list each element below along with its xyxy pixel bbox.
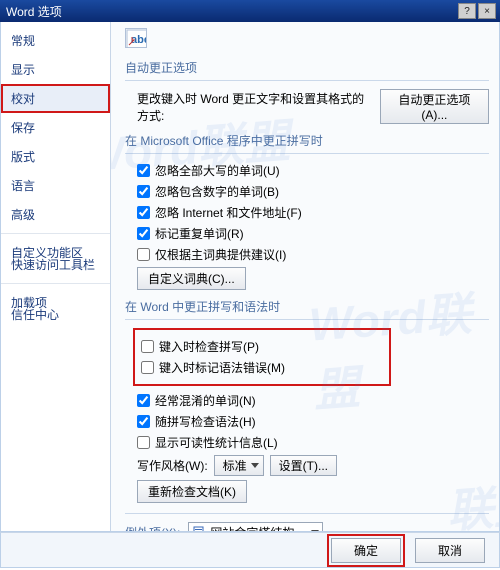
writing-style-value: 标准 <box>223 457 247 474</box>
lbl-ignore-numbers: 忽略包含数字的单词(B) <box>155 183 279 200</box>
section-icon: abc <box>125 28 489 51</box>
lbl-grammar-with-spelling: 随拼写检查语法(H) <box>155 413 256 430</box>
chk-mark-grammar-typing[interactable] <box>141 361 154 374</box>
sidebar: 常规 显示 校对 保存 版式 语言 高级 自定义功能区 快速访问工具栏 加载项 … <box>1 22 111 531</box>
ok-button[interactable]: 确定 <box>331 538 401 563</box>
autocorrect-label: 更改键入时 Word 更正文字和设置其格式的方式: <box>137 90 374 124</box>
lbl-flag-repeated: 标记重复单词(R) <box>155 225 244 242</box>
lbl-check-spelling-typing: 键入时检查拼写(P) <box>159 338 259 355</box>
chk-grammar-with-spelling[interactable] <box>137 415 150 428</box>
divider <box>125 80 489 81</box>
lbl-ignore-urls: 忽略 Internet 和文件地址(F) <box>155 204 302 221</box>
sidebar-item-advanced[interactable]: 高级 <box>1 200 110 229</box>
writing-style-label: 写作风格(W): <box>137 457 208 474</box>
chk-confused-words[interactable] <box>137 394 150 407</box>
cancel-button[interactable]: 取消 <box>415 538 485 563</box>
exceptions-file-select[interactable]: 网站金字塔结构.docx <box>188 522 323 531</box>
chk-check-spelling-typing[interactable] <box>141 340 154 353</box>
sidebar-item-general[interactable]: 常规 <box>1 26 110 55</box>
title-bar: Word 选项 ? × <box>0 0 500 22</box>
lbl-ignore-uppercase: 忽略全部大写的单词(U) <box>155 162 280 179</box>
content: 常规 显示 校对 保存 版式 语言 高级 自定义功能区 快速访问工具栏 加载项 … <box>0 22 500 532</box>
sidebar-item-layout[interactable]: 版式 <box>1 142 110 171</box>
writing-style-select[interactable]: 标准 <box>214 455 264 476</box>
window-title: Word 选项 <box>4 3 456 20</box>
document-icon <box>192 526 206 532</box>
lbl-readability: 显示可读性统计信息(L) <box>155 434 278 451</box>
custom-dictionaries-button[interactable]: 自定义词典(C)... <box>137 267 246 290</box>
grammar-settings-button[interactable]: 设置(T)... <box>270 455 337 476</box>
divider <box>125 319 489 320</box>
highlight-box-spellcheck: 键入时检查拼写(P) 键入时标记语法错误(M) <box>133 328 391 386</box>
sidebar-item-language[interactable]: 语言 <box>1 171 110 200</box>
sidebar-item-customize-ribbon[interactable]: 自定义功能区 <box>1 233 110 250</box>
divider <box>125 513 489 514</box>
chevron-down-icon <box>311 530 319 531</box>
close-button[interactable]: × <box>478 3 496 19</box>
chk-main-dict-only[interactable] <box>137 248 150 261</box>
exceptions-file-name: 网站金字塔结构.docx <box>210 524 307 531</box>
section-word-spell-head: 在 Word 中更正拼写和语法时 <box>125 298 489 315</box>
chk-ignore-numbers[interactable] <box>137 185 150 198</box>
highlight-box-ok: 确定 <box>327 534 405 567</box>
chevron-down-icon <box>251 463 259 468</box>
section-autocorrect-head: 自动更正选项 <box>125 59 489 76</box>
lbl-confused-words: 经常混淆的单词(N) <box>155 392 256 409</box>
help-button[interactable]: ? <box>458 3 476 19</box>
lbl-mark-grammar-typing: 键入时标记语法错误(M) <box>159 359 285 376</box>
recheck-document-button[interactable]: 重新检查文档(K) <box>137 480 247 503</box>
autocorrect-options-button[interactable]: 自动更正选项(A)... <box>380 89 489 124</box>
chk-readability[interactable] <box>137 436 150 449</box>
sidebar-item-save[interactable]: 保存 <box>1 113 110 142</box>
chk-flag-repeated[interactable] <box>137 227 150 240</box>
divider <box>125 153 489 154</box>
lbl-main-dict-only: 仅根据主词典提供建议(I) <box>155 246 286 263</box>
chk-ignore-uppercase[interactable] <box>137 164 150 177</box>
section-office-spell-head: 在 Microsoft Office 程序中更正拼写时 <box>125 132 489 149</box>
sidebar-item-proofing[interactable]: 校对 <box>1 84 110 113</box>
main-panel: Word联盟 Word联盟 联盟 abc 自动更正选项 更改键入时 Word 更… <box>111 22 499 531</box>
sidebar-item-display[interactable]: 显示 <box>1 55 110 84</box>
sidebar-item-addins[interactable]: 加载项 <box>1 283 110 300</box>
chk-ignore-urls[interactable] <box>137 206 150 219</box>
autocorrect-row: 更改键入时 Word 更正文字和设置其格式的方式: 自动更正选项(A)... <box>137 89 489 124</box>
dialog-footer: 确定 取消 <box>0 532 500 568</box>
exceptions-label: 例外项(X): <box>125 524 180 531</box>
